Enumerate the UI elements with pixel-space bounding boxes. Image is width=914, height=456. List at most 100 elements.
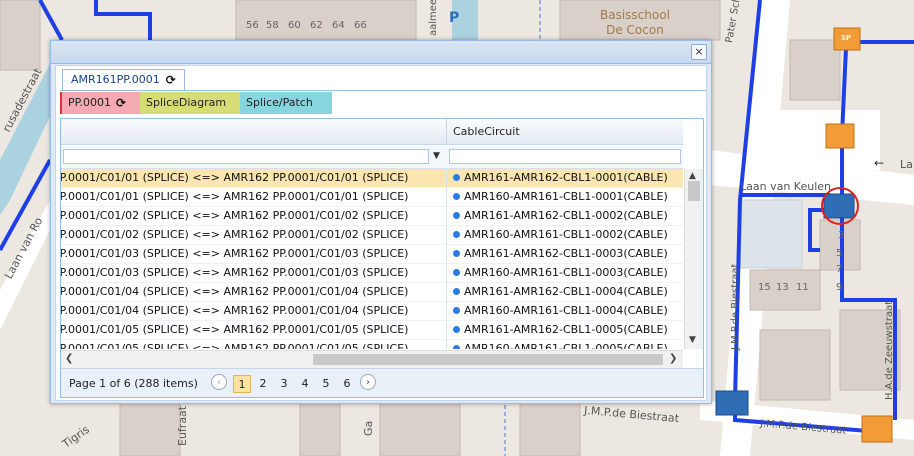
dialog-body: AMR161PP.0001 ⟳ PP.0001 ⟳ SpliceDiagram … xyxy=(55,65,707,401)
network-node-icon[interactable] xyxy=(861,415,893,443)
cablecircuit-cell: AMR161-AMR162-CBL1-0001(CABLE) xyxy=(449,169,683,187)
house-number: 11 xyxy=(796,282,809,293)
table-row[interactable]: PP.0001/C01/02 (SPLICE) <=> AMR162 PP.00… xyxy=(61,226,683,245)
next-page-button[interactable]: › xyxy=(360,374,376,390)
vertical-scroll-thumb[interactable] xyxy=(688,181,700,201)
horizontal-scrollbar[interactable]: ❮ ❯ xyxy=(61,350,683,368)
cablecircuit-text: AMR161-AMR162-CBL1-0001(CABLE) xyxy=(464,171,668,184)
connection-cell: PP.0001/C01/05 (SPLICE) <=> AMR162 PP.00… xyxy=(61,340,447,349)
cablecircuit-cell: AMR161-AMR162-CBL1-0002(CABLE) xyxy=(449,207,683,225)
refresh-icon[interactable]: ⟳ xyxy=(166,70,176,90)
page-button-2[interactable]: 2 xyxy=(254,375,272,393)
building-bottom-c xyxy=(379,401,461,456)
horizontal-scroll-thumb[interactable] xyxy=(313,354,663,365)
network-node-icon[interactable] xyxy=(825,123,855,149)
table-row[interactable]: PP.0001/C01/04 (SPLICE) <=> AMR162 PP.00… xyxy=(61,283,683,302)
pager: Page 1 of 6 (288 items) ‹ 1 2 3 4 5 6 › xyxy=(61,368,703,397)
house-number: 60 xyxy=(288,20,301,31)
circuit-dot-icon xyxy=(453,212,460,219)
cablecircuit-cell: AMR161-AMR162-CBL1-0004(CABLE) xyxy=(449,283,683,301)
splice-info-dialog[interactable]: × AMR161PP.0001 ⟳ PP.0001 ⟳ SpliceDiagra… xyxy=(50,40,712,404)
table-row[interactable]: PP.0001/C01/04 (SPLICE) <=> AMR162 PP.00… xyxy=(61,302,683,321)
cablecircuit-text: AMR160-AMR161-CBL1-0001(CABLE) xyxy=(464,190,668,203)
table-row[interactable]: PP.0001/C01/05 (SPLICE) <=> AMR162 PP.00… xyxy=(61,321,683,340)
cablecircuit-cell: AMR160-AMR161-CBL1-0005(CABLE) xyxy=(449,340,683,349)
connection-cell: PP.0001/C01/01 (SPLICE) <=> AMR162 PP.00… xyxy=(61,188,447,206)
connection-cell: PP.0001/C01/05 (SPLICE) <=> AMR162 PP.00… xyxy=(61,321,447,339)
tab-amr161pp0001[interactable]: AMR161PP.0001 ⟳ xyxy=(62,69,185,91)
table-row[interactable]: PP.0001/C01/01 (SPLICE) <=> AMR162 PP.00… xyxy=(61,169,683,188)
splice-closure-icon[interactable] xyxy=(823,193,855,219)
tab-pp0001[interactable]: PP.0001 ⟳ xyxy=(60,92,140,114)
table-row[interactable]: PP.0001/C01/03 (SPLICE) <=> AMR162 PP.00… xyxy=(61,245,683,264)
table-row[interactable]: PP.0001/C01/05 (SPLICE) <=> AMR162 PP.00… xyxy=(61,340,683,349)
filter-input-connection[interactable] xyxy=(63,149,429,164)
house-number: 9 xyxy=(836,282,843,293)
filter-row: ▼ xyxy=(61,146,683,169)
street-label: J.M.P.de Biestraat xyxy=(730,263,741,350)
scroll-left-icon[interactable]: ❮ xyxy=(65,353,73,364)
house-number: 64 xyxy=(332,20,345,31)
cablecircuit-text: AMR160-AMR161-CBL1-0004(CABLE) xyxy=(464,304,668,317)
connection-cell: PP.0001/C01/02 (SPLICE) <=> AMR162 PP.00… xyxy=(61,226,447,244)
page-button-3[interactable]: 3 xyxy=(275,375,293,393)
street-label: Laan van Keulen xyxy=(740,180,831,193)
close-button[interactable]: × xyxy=(691,44,707,60)
cablecircuit-cell: AMR160-AMR161-CBL1-0002(CABLE) xyxy=(449,226,683,244)
cablecircuit-text: AMR161-AMR162-CBL1-0005(CABLE) xyxy=(464,323,668,336)
street-label: H.A.de Zeeuwstraat xyxy=(884,300,895,400)
grid-rows: PP.0001/C01/01 (SPLICE) <=> AMR162 PP.00… xyxy=(61,169,683,349)
building-bottom-a xyxy=(119,401,181,456)
building-block-top xyxy=(235,0,417,41)
scroll-right-icon[interactable]: ❯ xyxy=(669,353,677,364)
school-name-line: De Cocon xyxy=(606,23,664,37)
tab-strip-divider xyxy=(60,90,706,91)
building-left-top xyxy=(0,0,41,71)
street-label: aalmeer xyxy=(428,0,439,36)
tab-label: SpliceDiagram xyxy=(146,96,227,109)
splice-closure-icon[interactable] xyxy=(715,390,749,416)
circuit-dot-icon xyxy=(453,269,460,276)
table-row[interactable]: PP.0001/C01/02 (SPLICE) <=> AMR162 PP.00… xyxy=(61,207,683,226)
oneway-arrow-icon: ← xyxy=(874,156,885,170)
house-number: 15 xyxy=(758,282,771,293)
page-button-6[interactable]: 6 xyxy=(338,375,356,393)
tab-label: PP.0001 xyxy=(68,96,112,109)
page-info: Page 1 of 6 (288 items) xyxy=(69,377,198,390)
circuit-dot-icon xyxy=(453,250,460,257)
circuit-dot-icon xyxy=(453,326,460,333)
page-button-5[interactable]: 5 xyxy=(317,375,335,393)
splice-grid[interactable]: CableCircuit ▼ PP.0001/C01/01 (SPLICE) <… xyxy=(60,118,704,398)
table-row[interactable]: PP.0001/C01/01 (SPLICE) <=> AMR162 PP.00… xyxy=(61,188,683,207)
table-row[interactable]: PP.0001/C01/03 (SPLICE) <=> AMR162 PP.00… xyxy=(61,264,683,283)
connection-cell: PP.0001/C01/02 (SPLICE) <=> AMR162 PP.00… xyxy=(61,207,447,225)
filter-funnel-icon[interactable]: ▼ xyxy=(433,151,440,161)
prev-page-button[interactable]: ‹ xyxy=(211,374,227,390)
circuit-dot-icon xyxy=(453,345,460,349)
connection-cell: PP.0001/C01/03 (SPLICE) <=> AMR162 PP.00… xyxy=(61,245,447,263)
tab-splice-patch[interactable]: Splice/Patch xyxy=(240,92,332,114)
page-button-1[interactable]: 1 xyxy=(233,375,251,393)
refresh-icon[interactable]: ⟳ xyxy=(116,92,126,114)
dialog-header[interactable]: × xyxy=(51,41,711,64)
scroll-up-icon[interactable]: ▲ xyxy=(689,171,696,181)
house-number: 3 xyxy=(838,230,845,241)
column-header-cablecircuit[interactable]: CableCircuit xyxy=(447,119,683,145)
column-header-connection[interactable] xyxy=(61,119,447,145)
connection-cell: PP.0001/C01/04 (SPLICE) <=> AMR162 PP.00… xyxy=(61,283,447,301)
street-label: Ga xyxy=(362,420,375,436)
tab-splicediagram[interactable]: SpliceDiagram xyxy=(140,92,240,114)
cablecircuit-text: AMR160-AMR161-CBL1-0002(CABLE) xyxy=(464,228,668,241)
road-junction xyxy=(760,110,880,170)
street-label: La xyxy=(900,158,913,171)
house-number: 58 xyxy=(266,20,279,31)
building-houses-d xyxy=(759,329,831,401)
scroll-down-icon[interactable]: ▼ xyxy=(689,335,696,345)
cablecircuit-text: AMR160-AMR161-CBL1-0005(CABLE) xyxy=(464,342,668,349)
page-button-4[interactable]: 4 xyxy=(296,375,314,393)
filter-input-cablecircuit[interactable] xyxy=(449,149,681,164)
tab-label: AMR161PP.0001 xyxy=(71,73,160,86)
cablecircuit-cell: AMR161-AMR162-CBL1-0005(CABLE) xyxy=(449,321,683,339)
vertical-scrollbar[interactable]: ▲ ▼ xyxy=(684,169,703,349)
cablecircuit-cell: AMR160-AMR161-CBL1-0004(CABLE) xyxy=(449,302,683,320)
